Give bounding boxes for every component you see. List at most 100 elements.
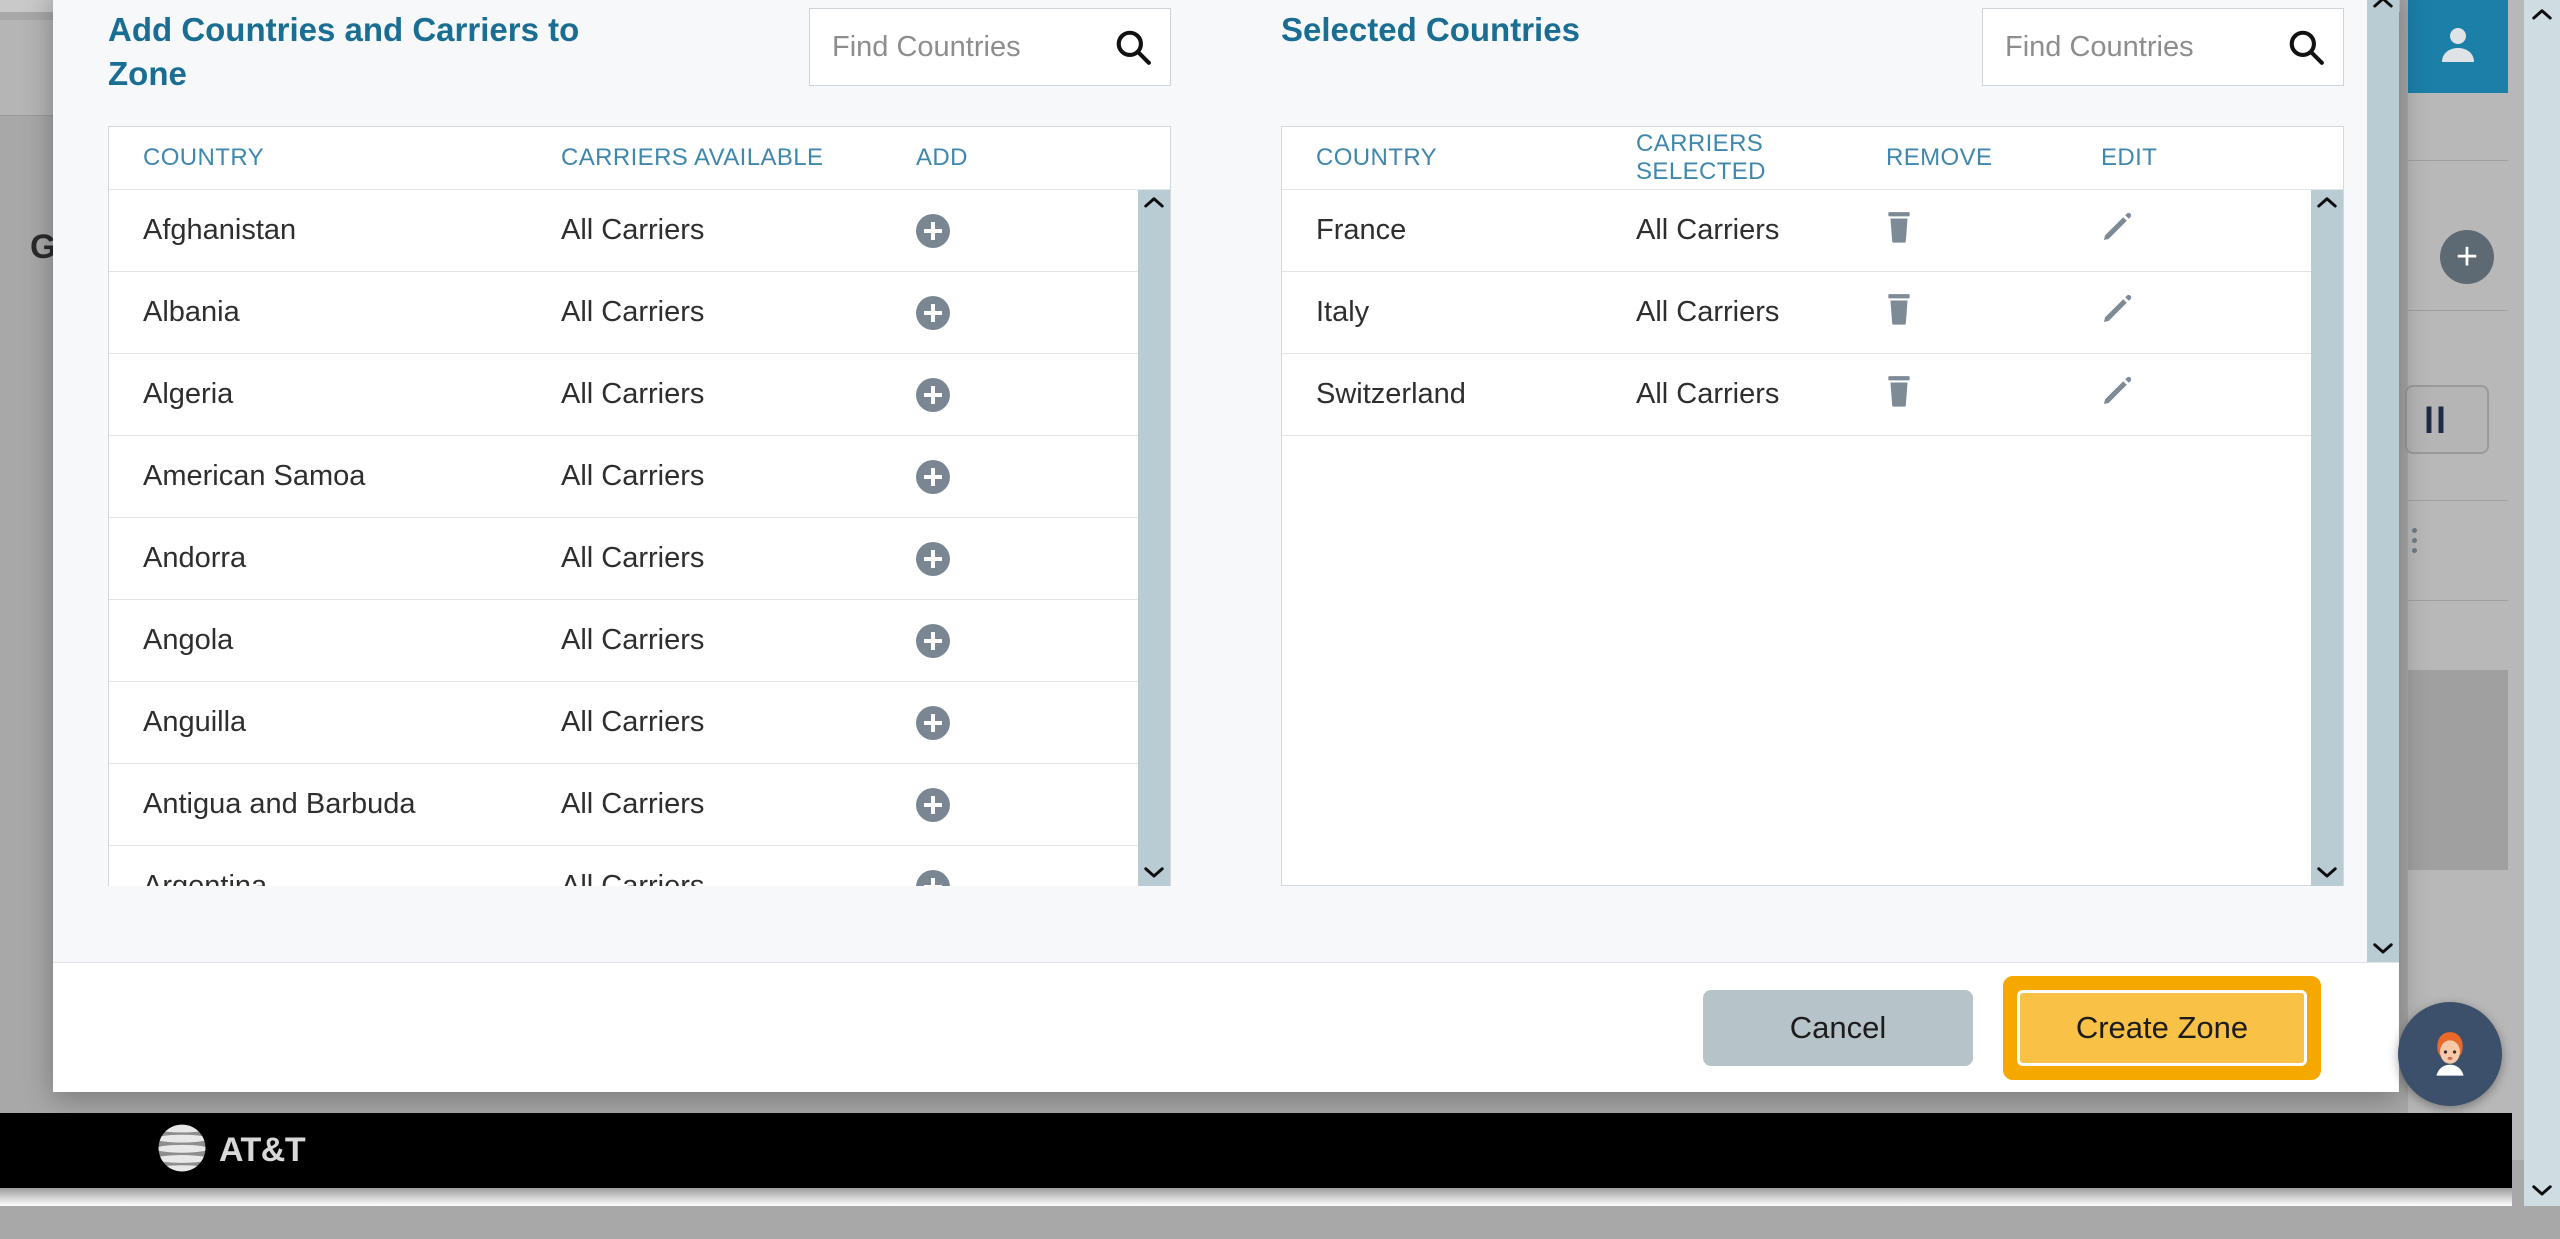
table-row[interactable]: Andorra All Carriers xyxy=(109,518,1138,600)
support-agent-avatar-icon xyxy=(2421,1023,2479,1086)
chevron-up-icon[interactable] xyxy=(2531,8,2553,22)
cell-country: Afghanistan xyxy=(143,214,297,246)
table-row[interactable]: Antigua and Barbuda All Carriers xyxy=(109,764,1138,846)
plus-circle-icon[interactable] xyxy=(916,295,950,330)
modal-footer: Cancel Create Zone xyxy=(53,962,2399,1092)
column-header-edit: EDIT xyxy=(2101,144,2158,171)
available-rows: Afghanistan All Carriers Albania All Carrie… xyxy=(109,190,1138,886)
table-row[interactable]: Anguilla All Carriers xyxy=(109,682,1138,764)
support-chat-button[interactable] xyxy=(2398,1002,2502,1106)
column-header-carriers-available: CARRIERS AVAILABLE xyxy=(561,144,824,171)
cell-edit xyxy=(2101,375,2301,415)
plus-circle-icon[interactable] xyxy=(916,623,950,658)
cell-add xyxy=(916,295,1116,330)
footer-shadow xyxy=(0,1188,2512,1206)
cell-remove xyxy=(1886,293,2101,333)
table-row[interactable]: France All Carriers xyxy=(1282,190,2311,272)
available-pane-title: Add Countries and Carriers to Zone xyxy=(108,11,580,92)
cell-country: France xyxy=(1316,214,1407,246)
selected-search-input[interactable] xyxy=(1983,9,2343,85)
plus-circle-icon[interactable] xyxy=(916,869,950,886)
user-avatar-icon xyxy=(2434,20,2482,73)
cell-edit xyxy=(2101,211,2301,251)
selected-table-header: COUNTRY CARRIERS SELECTED REMOVE EDIT xyxy=(1282,127,2343,190)
plus-circle-icon[interactable] xyxy=(916,787,950,822)
column-header-add: ADD xyxy=(916,144,968,171)
available-search-box[interactable] xyxy=(809,8,1171,86)
selected-search-box[interactable] xyxy=(1982,8,2344,86)
table-row[interactable]: Italy All Carriers xyxy=(1282,272,2311,354)
available-table-header: COUNTRY CARRIERS AVAILABLE ADD xyxy=(109,127,1170,190)
table-row[interactable]: Argentina All Carriers xyxy=(109,846,1138,886)
site-footer: AT&T xyxy=(0,1113,2512,1188)
trash-icon[interactable] xyxy=(1886,211,1912,251)
chevron-up-icon[interactable] xyxy=(1143,196,1165,210)
table-row[interactable]: Algeria All Carriers xyxy=(109,354,1138,436)
att-globe-icon xyxy=(157,1123,207,1178)
cell-carriers-selected: All Carriers xyxy=(1636,378,1780,410)
cell-add xyxy=(916,787,1116,822)
trash-icon[interactable] xyxy=(1886,293,1912,333)
cell-add xyxy=(916,705,1116,740)
plus-circle-icon[interactable] xyxy=(916,377,950,412)
background-add-button[interactable]: + xyxy=(2440,230,2494,284)
table-row[interactable]: Angola All Carriers xyxy=(109,600,1138,682)
table-row[interactable]: American Samoa All Carriers xyxy=(109,436,1138,518)
plus-circle-icon[interactable] xyxy=(916,541,950,576)
browser-scrollbar[interactable] xyxy=(2524,0,2560,1206)
chevron-down-icon[interactable] xyxy=(2372,942,2394,956)
pencil-icon[interactable] xyxy=(2101,293,2133,333)
cell-carriers-available: All Carriers xyxy=(561,542,705,574)
available-countries-pane: Add Countries and Carriers to Zone Find … xyxy=(53,0,1226,886)
background-kebab-icon[interactable] xyxy=(2412,528,2417,558)
background-rail-divider-4 xyxy=(2408,600,2508,601)
selected-table-scroll-area: France All Carriers Italy All Carriers Switz… xyxy=(1282,190,2343,886)
cell-carriers-selected: All Carriers xyxy=(1636,214,1780,246)
pencil-icon[interactable] xyxy=(2101,375,2133,415)
plus-circle-icon[interactable] xyxy=(916,459,950,494)
cell-remove xyxy=(1886,211,2101,251)
cell-country: Argentina xyxy=(143,870,268,886)
cell-country: Anguilla xyxy=(143,706,247,738)
selected-pane-header: Selected Countries xyxy=(1281,0,2344,126)
column-header-carriers-selected: CARRIERS SELECTED xyxy=(1636,130,1766,185)
att-logo[interactable]: AT&T xyxy=(157,1123,306,1178)
cell-country: Switzerland xyxy=(1316,378,1466,410)
available-table-scrollbar[interactable] xyxy=(1138,190,1170,886)
trash-icon[interactable] xyxy=(1886,375,1912,415)
selected-pane-title: Selected Countries xyxy=(1281,11,1580,48)
chevron-up-icon[interactable] xyxy=(2316,196,2338,210)
available-table-scroll-area: Afghanistan All Carriers Albania All Carrie… xyxy=(109,190,1170,886)
user-avatar-tile[interactable] xyxy=(2408,0,2508,93)
plus-circle-icon[interactable] xyxy=(916,705,950,740)
modal-scrollbar[interactable] xyxy=(2367,0,2399,962)
cell-carriers-available: All Carriers xyxy=(561,706,705,738)
cell-add xyxy=(916,869,1116,886)
plus-circle-icon[interactable] xyxy=(916,213,950,248)
cell-remove xyxy=(1886,375,2101,415)
chevron-down-icon[interactable] xyxy=(2316,866,2338,880)
chevron-up-icon[interactable] xyxy=(2372,0,2394,10)
background-rail-divider-2 xyxy=(2408,310,2508,311)
create-zone-button[interactable]: Create Zone xyxy=(2017,989,2307,1066)
chevron-down-icon[interactable] xyxy=(1143,866,1165,880)
cell-carriers-available: All Carriers xyxy=(561,788,705,820)
selected-table-scrollbar[interactable] xyxy=(2311,190,2343,886)
background-right-rail xyxy=(2408,0,2526,1160)
background-rail-divider-1 xyxy=(2408,160,2508,161)
column-header-remove: REMOVE xyxy=(1886,144,1993,171)
cell-carriers-available: All Carriers xyxy=(561,624,705,656)
cell-carriers-available: All Carriers xyxy=(561,460,705,492)
pencil-icon[interactable] xyxy=(2101,211,2133,251)
cell-country: Andorra xyxy=(143,542,247,574)
table-row[interactable]: Afghanistan All Carriers xyxy=(109,190,1138,272)
cell-country: Angola xyxy=(143,624,234,656)
cell-carriers-available: All Carriers xyxy=(561,870,705,886)
cancel-button[interactable]: Cancel xyxy=(1703,989,1973,1066)
available-search-input[interactable] xyxy=(810,9,1170,85)
cell-add xyxy=(916,623,1116,658)
table-row[interactable]: Albania All Carriers xyxy=(109,272,1138,354)
cell-carriers-selected: All Carriers xyxy=(1636,296,1780,328)
table-row[interactable]: Switzerland All Carriers xyxy=(1282,354,2311,436)
chevron-down-icon[interactable] xyxy=(2531,1184,2553,1198)
